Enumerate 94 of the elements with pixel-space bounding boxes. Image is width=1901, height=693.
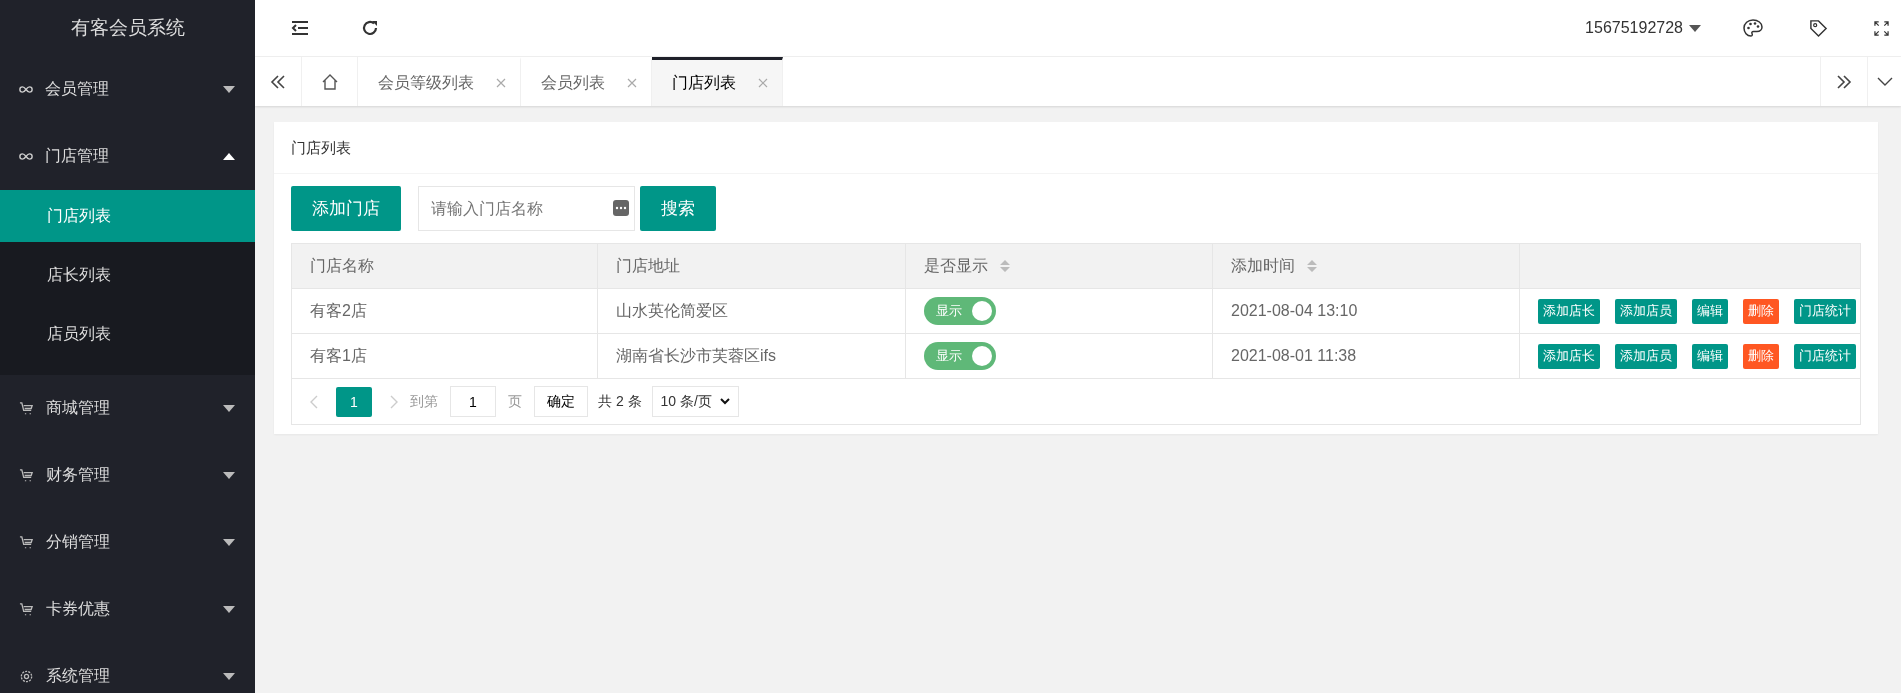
close-icon[interactable] [758, 78, 768, 88]
tab-label: 会员列表 [541, 72, 605, 93]
link-icon [19, 152, 33, 161]
panel-title: 门店列表 [274, 122, 1878, 174]
submenu-item[interactable]: 门店列表 [0, 190, 255, 242]
caret-down-icon [223, 405, 235, 412]
column-label: 是否显示 [924, 255, 988, 276]
menu-label: 商城管理 [46, 398, 111, 418]
column-label: 门店名称 [310, 255, 374, 276]
tab-menu-button[interactable] [1867, 57, 1901, 106]
user-menu[interactable]: 15675192728 [1585, 19, 1683, 37]
add-store-button[interactable]: 添加门店 [291, 186, 401, 231]
refresh-icon[interactable] [361, 19, 379, 37]
menu-item[interactable]: 系统管理 [0, 643, 255, 693]
scroll-right-button[interactable] [1820, 57, 1867, 106]
menu-fold-icon[interactable] [291, 20, 309, 36]
action-button[interactable]: 添加店长 [1538, 298, 1600, 324]
more-icon [613, 200, 629, 216]
caret-down-icon [223, 673, 235, 680]
link-icon [19, 85, 33, 94]
submenu-item[interactable]: 店员列表 [0, 308, 255, 360]
menu-item[interactable]: 门店管理 [0, 123, 255, 190]
menu-item[interactable]: 商城管理 [0, 375, 255, 442]
page-input[interactable]: 1 [450, 386, 496, 417]
page-unit: 页 [508, 392, 522, 411]
menu-item[interactable]: 分销管理 [0, 509, 255, 576]
menu-item[interactable]: 财务管理 [0, 442, 255, 509]
goto-label: 到第 [410, 392, 438, 411]
cart-icon [19, 535, 34, 550]
action-button[interactable]: 删除 [1743, 343, 1779, 369]
search-button[interactable]: 搜索 [640, 186, 716, 231]
caret-up-icon [223, 153, 235, 160]
caret-down-icon [223, 472, 235, 479]
close-icon[interactable] [627, 78, 637, 88]
chevron-down-icon [719, 398, 730, 405]
total-count: 共 2 条 [598, 392, 642, 411]
tag-icon[interactable] [1809, 18, 1828, 38]
sort-icon[interactable] [1307, 259, 1317, 273]
table-cell: 湖南省长沙市芙蓉区ifs [598, 334, 906, 378]
page-tab[interactable]: 会员等级列表 [358, 57, 521, 106]
close-icon[interactable] [496, 78, 506, 88]
caret-down-icon [223, 539, 235, 546]
home-icon [320, 72, 339, 91]
table-cell: 有客1店 [292, 334, 598, 378]
scroll-left-button[interactable] [255, 57, 302, 106]
cart-icon [19, 468, 34, 483]
switch-label: 显示 [936, 302, 962, 320]
menu-item[interactable]: 卡券优惠 [0, 576, 255, 643]
cart-icon [19, 602, 34, 617]
menu-label: 财务管理 [46, 465, 111, 485]
home-tab[interactable] [302, 57, 358, 106]
table-cell: 2021-08-01 11:38 [1213, 334, 1520, 378]
table-cell: 有客2店 [292, 289, 598, 333]
menu-label: 系统管理 [46, 666, 111, 686]
double-left-icon [270, 73, 286, 90]
tab-label: 会员等级列表 [378, 72, 474, 93]
menu-label: 会员管理 [45, 79, 110, 99]
caret-down-icon [223, 86, 235, 93]
menu-label: 门店管理 [45, 146, 110, 166]
table-cell: 2021-08-04 13:10 [1213, 289, 1520, 333]
caret-down-icon [223, 606, 235, 613]
caret-down-icon[interactable] [1689, 24, 1701, 32]
action-button[interactable]: 编辑 [1692, 343, 1728, 369]
page-tab[interactable]: 门店列表 [652, 57, 783, 106]
switch-label: 显示 [936, 347, 962, 365]
tab-label: 门店列表 [672, 72, 736, 93]
column-label: 添加时间 [1231, 255, 1295, 276]
menu-label: 分销管理 [46, 532, 111, 552]
action-button[interactable]: 门店统计 [1794, 298, 1856, 324]
page-size-select[interactable]: 10 条/页 [651, 386, 739, 417]
search-field[interactable]: 请输入门店名称 [418, 186, 635, 231]
app-title: 有客会员系统 [69, 16, 186, 40]
settings-icon [19, 669, 34, 684]
column-label: 门店地址 [616, 255, 680, 276]
cart-icon [19, 401, 34, 416]
action-button[interactable]: 添加店员 [1615, 343, 1677, 369]
action-button[interactable]: 删除 [1743, 298, 1779, 324]
confirm-button[interactable]: 确定 [534, 386, 588, 417]
double-right-icon [1836, 73, 1852, 90]
menu-label: 卡券优惠 [46, 599, 111, 619]
column-header[interactable]: 添加时间 [1213, 244, 1520, 288]
action-button[interactable]: 添加店长 [1538, 343, 1600, 369]
sort-icon[interactable] [1000, 259, 1010, 273]
table-cell: 山水英伦简爱区 [598, 289, 906, 333]
submenu-item[interactable]: 店长列表 [0, 249, 255, 301]
chevron-down-icon [1876, 76, 1893, 87]
action-button[interactable]: 编辑 [1692, 298, 1728, 324]
page-button[interactable]: 1 [336, 386, 372, 417]
menu-item[interactable]: 会员管理 [0, 56, 255, 123]
column-header[interactable]: 是否显示 [906, 244, 1213, 288]
palette-icon[interactable] [1743, 19, 1763, 37]
fullscreen-icon[interactable] [1874, 20, 1889, 36]
action-button[interactable]: 添加店员 [1615, 298, 1677, 324]
action-button[interactable]: 门店统计 [1794, 343, 1856, 369]
